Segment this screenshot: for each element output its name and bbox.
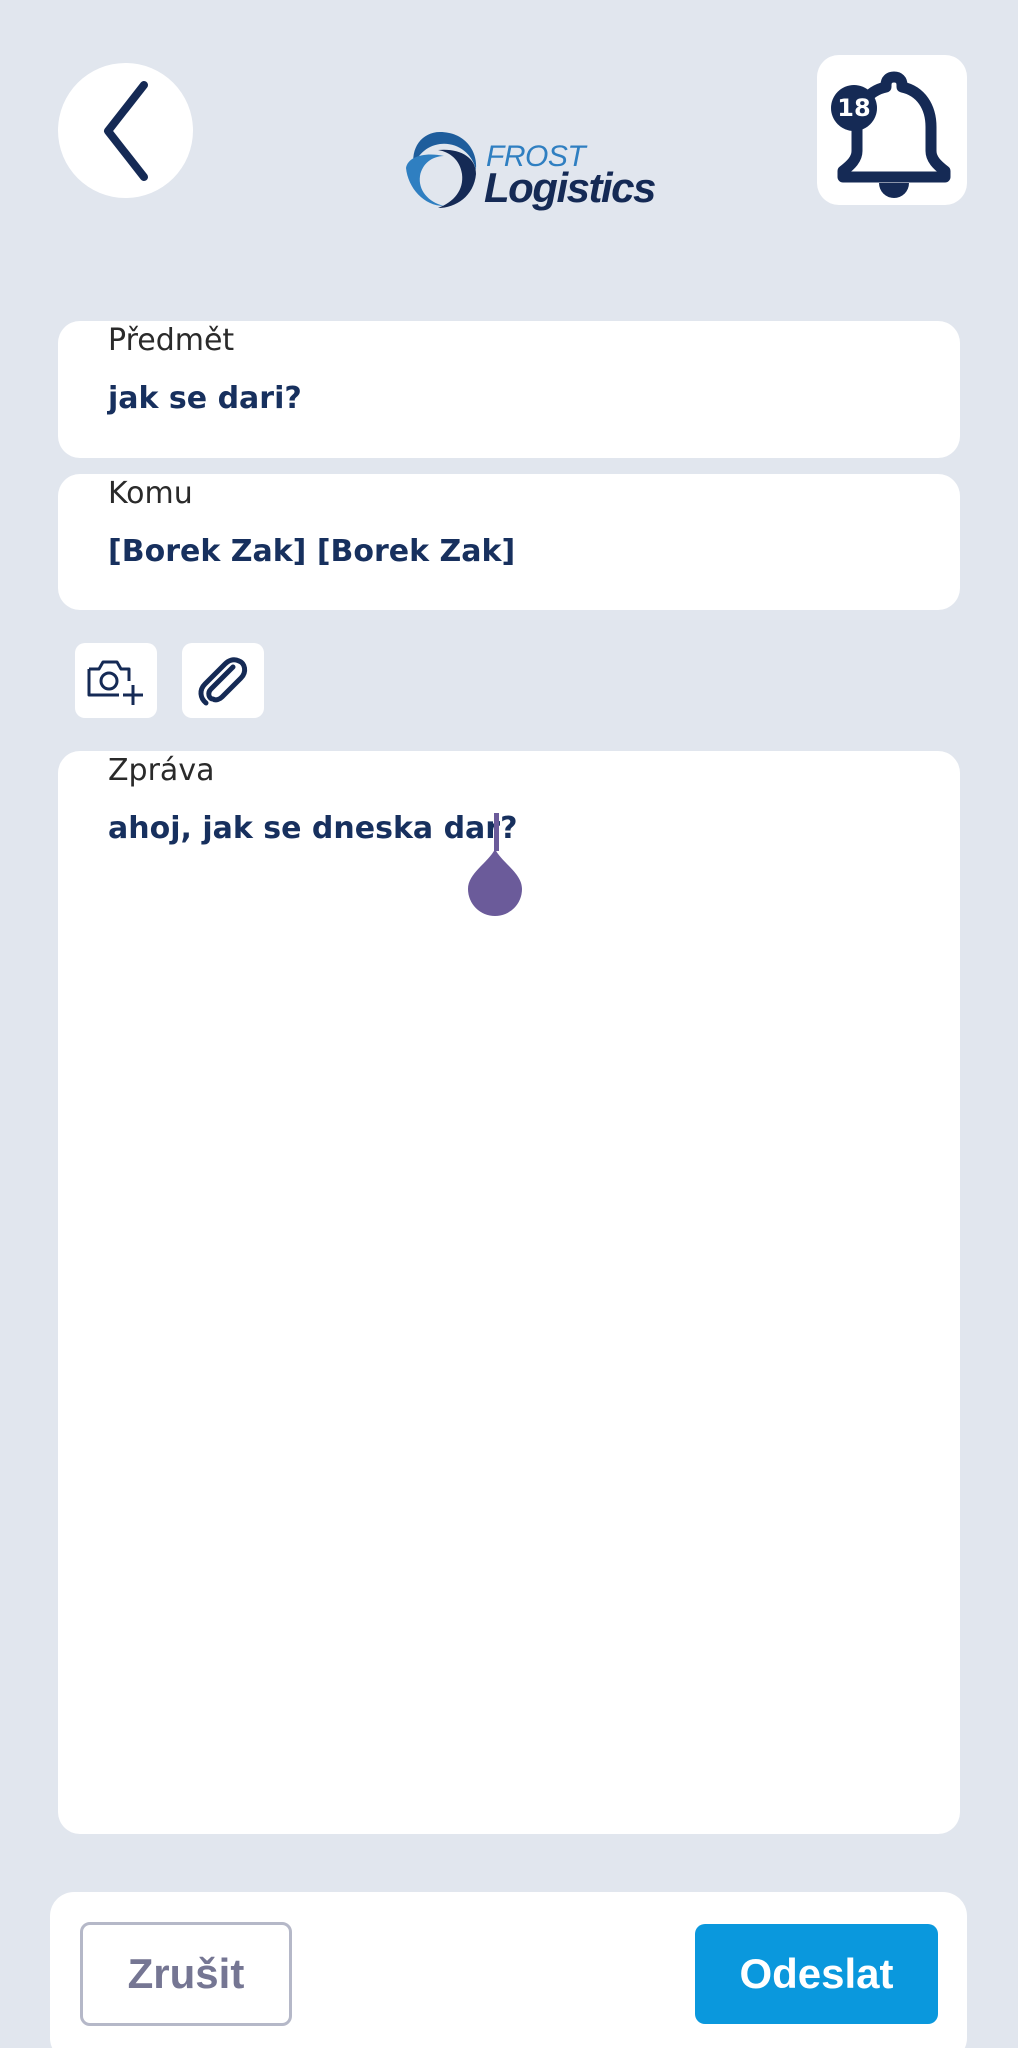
recipient-value[interactable]: [Borek Zak] [Borek Zak]: [108, 534, 515, 569]
text-caret: [494, 813, 499, 851]
attach-file-button[interactable]: [182, 643, 264, 718]
compose-message-screen: FROST Logistics 18 Předmět jak se dari? …: [0, 0, 1018, 2048]
message-value[interactable]: ahoj, jak se dneska dar?: [108, 811, 518, 846]
action-bar: Zrušit Odeslat: [50, 1892, 967, 2048]
text-cursor-handle[interactable]: [466, 849, 524, 917]
cancel-button[interactable]: Zrušit: [80, 1922, 292, 2026]
paperclip-icon: [198, 656, 248, 705]
notifications-button[interactable]: 18: [817, 55, 967, 205]
subject-value[interactable]: jak se dari?: [108, 381, 302, 416]
recipient-field[interactable]: Komu [Borek Zak] [Borek Zak]: [58, 474, 960, 610]
recipient-label: Komu: [108, 476, 193, 511]
message-field[interactable]: Zpráva ahoj, jak se dneska dar?: [58, 751, 960, 1834]
subject-label: Předmět: [108, 323, 235, 358]
message-label: Zpráva: [108, 753, 215, 788]
frost-logistics-logo: FROST Logistics: [398, 128, 656, 218]
logo-swirl-icon: [406, 132, 477, 208]
send-button[interactable]: Odeslat: [695, 1924, 938, 2024]
add-photo-button[interactable]: [75, 643, 157, 718]
logo-line-logistics: Logistics: [484, 164, 656, 211]
chevron-left-icon: [103, 80, 148, 181]
back-button[interactable]: [58, 63, 193, 198]
camera-plus-icon: [87, 660, 143, 705]
notification-count-badge: 18: [831, 85, 877, 131]
subject-field[interactable]: Předmět jak se dari?: [58, 321, 960, 458]
